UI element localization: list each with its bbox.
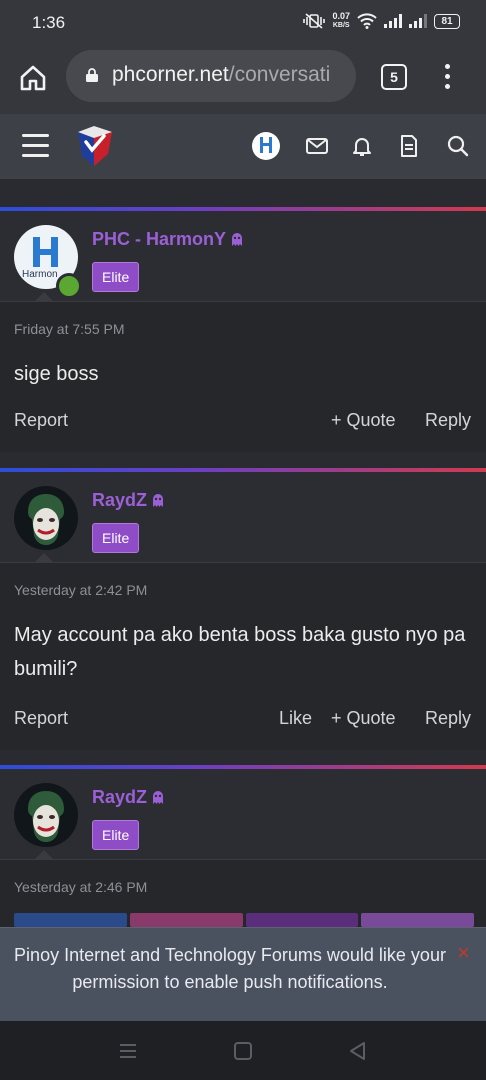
post-date[interactable]: Friday at 7:55 PM	[14, 321, 125, 337]
close-icon[interactable]: ×	[457, 940, 470, 966]
post-notch	[34, 850, 54, 860]
recents-icon[interactable]	[118, 1041, 138, 1061]
system-nav-bar	[0, 1021, 486, 1080]
push-notification-text: Pinoy Internet and Technology Forums wou…	[14, 945, 446, 992]
url-domain: phcorner.net	[112, 63, 229, 86]
status-bar: 1:36 0.07 KB/S 81	[0, 0, 486, 46]
site-header	[0, 114, 486, 179]
signal-icon	[384, 14, 402, 28]
divider	[0, 562, 486, 563]
reply-button[interactable]: Reply	[425, 410, 471, 431]
bell-icon[interactable]	[350, 134, 374, 158]
home-icon[interactable]	[18, 63, 48, 93]
report-button[interactable]: Report	[14, 410, 68, 431]
post-body: May account pa ako benta boss baka gusto…	[14, 624, 466, 680]
attachment-thumbnail[interactable]	[14, 913, 127, 927]
post-separator	[0, 452, 486, 464]
post-date[interactable]: Yesterday at 2:42 PM	[14, 582, 147, 598]
tab-switcher-button[interactable]: 5	[381, 64, 407, 90]
post-body: sige boss	[14, 363, 99, 385]
net-speed: 0.07 KB/S	[332, 12, 350, 30]
divider	[0, 301, 486, 302]
vibrate-icon	[303, 13, 326, 29]
ghost-icon	[232, 233, 243, 246]
address-bar[interactable]: phcorner.net/conversati	[66, 50, 356, 102]
net-speed-value: 0.07	[332, 11, 350, 21]
report-button[interactable]: Report	[14, 708, 68, 729]
url-path: /conversati	[228, 63, 331, 86]
url-text[interactable]: phcorner.net/conversati	[112, 63, 330, 87]
message-post: RaydZ Elite Yesterday at 2:42 PM May acc…	[0, 468, 486, 750]
quote-button[interactable]: + Quote	[331, 708, 396, 729]
online-status-icon	[56, 273, 82, 299]
username-text: RaydZ	[92, 490, 148, 510]
attachment-thumbnail[interactable]	[129, 913, 243, 927]
user-badge: Elite	[92, 820, 140, 850]
post-header: Harmon PHC - HarmonY Elite	[0, 211, 486, 302]
status-time: 1:36	[32, 13, 66, 32]
attachment-thumbnail[interactable]	[361, 913, 474, 927]
browser-toolbar: phcorner.net/conversati 5	[0, 46, 486, 114]
search-icon[interactable]	[446, 134, 470, 158]
lock-icon	[86, 68, 98, 82]
avatar-text: Harmon	[22, 269, 58, 280]
username[interactable]: PHC - HarmonY	[92, 229, 245, 250]
net-speed-unit: KB/S	[332, 22, 350, 29]
push-notification-banner: Pinoy Internet and Technology Forums wou…	[0, 927, 486, 1022]
post-header: RaydZ Elite	[0, 472, 486, 563]
quote-button[interactable]: + Quote	[331, 410, 396, 431]
username[interactable]: RaydZ	[92, 787, 166, 808]
post-date[interactable]: Yesterday at 2:46 PM	[14, 879, 147, 895]
browser-menu-icon[interactable]	[440, 62, 454, 92]
wifi-icon	[357, 13, 377, 29]
user-badge: Elite	[92, 262, 140, 292]
user-badge: Elite	[92, 523, 140, 553]
user-avatar[interactable]	[252, 132, 280, 160]
home-nav-icon[interactable]	[233, 1041, 253, 1061]
username[interactable]: RaydZ	[92, 490, 166, 511]
post-notch	[34, 553, 54, 563]
status-icons: 0.07 KB/S 81	[303, 12, 460, 30]
username-text: RaydZ	[92, 787, 148, 807]
post-notch	[34, 292, 54, 302]
post-header: RaydZ Elite	[0, 769, 486, 860]
document-icon[interactable]	[397, 134, 421, 158]
reply-button[interactable]: Reply	[425, 708, 471, 729]
menu-icon[interactable]	[22, 134, 49, 158]
battery-icon: 81	[434, 13, 460, 29]
mail-icon[interactable]	[305, 134, 329, 158]
avatar[interactable]	[14, 783, 78, 847]
username-text: PHC - HarmonY	[92, 229, 227, 249]
site-logo[interactable]	[70, 122, 118, 170]
post-separator	[0, 750, 486, 762]
attachment-thumbnails	[14, 913, 474, 927]
like-button[interactable]: Like	[279, 708, 312, 729]
ghost-icon	[153, 494, 164, 507]
message-post: RaydZ Elite Yesterday at 2:46 PM	[0, 765, 486, 927]
header-gap	[0, 179, 486, 193]
back-icon[interactable]	[348, 1041, 368, 1061]
signal-2-icon	[409, 14, 427, 28]
message-post: Harmon PHC - HarmonY Elite Friday at 7:5…	[0, 207, 486, 452]
ghost-icon	[153, 791, 164, 804]
avatar[interactable]	[14, 486, 78, 550]
divider	[0, 859, 486, 860]
attachment-thumbnail[interactable]	[245, 913, 359, 927]
